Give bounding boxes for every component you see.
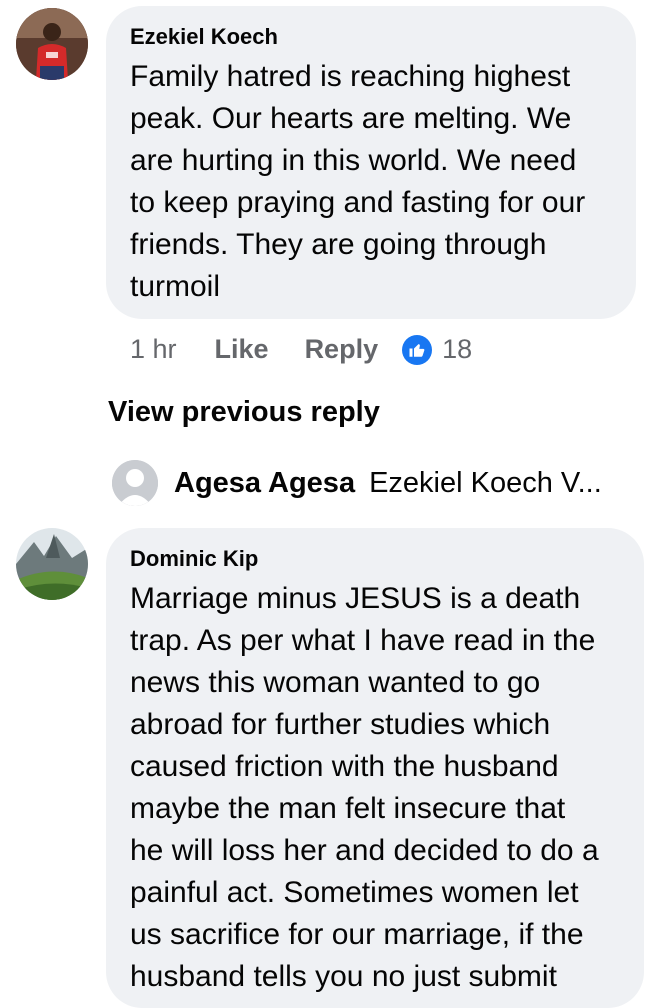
comment-line: caused friction with the husband <box>130 750 559 783</box>
comment-line: peak. Our hearts are melting. We <box>130 102 572 135</box>
comment-line: he will loss her and decided to do a <box>130 834 599 867</box>
view-previous-reply-link[interactable]: View previous reply <box>108 396 380 429</box>
comment-line: friends. They are going through <box>130 228 547 261</box>
comment-line: are hurting in this world. We need <box>130 144 577 177</box>
comment-author[interactable]: Ezekiel Koech <box>130 24 612 50</box>
comment-line: news this woman wanted to go <box>130 666 541 699</box>
comment-text: Marriage minus JESUS is a death trap. As… <box>130 578 620 998</box>
comment-time[interactable]: 1 hr <box>130 334 177 365</box>
profile-photo <box>16 8 88 80</box>
comment-line: us sacrifice for our marriage, if the <box>130 918 584 951</box>
comment-text: Family hatred is reaching highest peak. … <box>130 56 612 308</box>
comment-bubble: Dominic Kip Marriage minus JESUS is a de… <box>106 528 644 1008</box>
profile-photo <box>16 528 88 600</box>
comment-author[interactable]: Dominic Kip <box>130 546 620 572</box>
comment-line: maybe the man felt insecure that <box>130 792 566 825</box>
comment-line: painful act. Sometimes women let <box>130 876 579 909</box>
comment-bubble: Ezekiel Koech Family hatred is reaching … <box>106 6 636 319</box>
reaction-count[interactable]: 18 <box>442 334 472 365</box>
comment-line: husband tells you no just submit <box>130 960 557 993</box>
comment-line: turmoil <box>130 270 221 303</box>
avatar-dominic-kip[interactable] <box>16 528 88 600</box>
like-button[interactable]: Like <box>215 334 269 365</box>
avatar-agesa-agesa[interactable] <box>112 460 158 506</box>
comment-line: trap. As per what I have read in the <box>130 624 596 657</box>
reply-snippet: Ezekiel Koech V... <box>369 466 602 499</box>
like-icon[interactable] <box>402 334 433 365</box>
comment-meta: 1 hr Like Reply 18 <box>130 334 472 365</box>
reply-button[interactable]: Reply <box>305 334 379 365</box>
reply-preview[interactable]: Agesa Agesa Ezekiel Koech V... <box>112 460 652 506</box>
reply-author[interactable]: Agesa Agesa <box>174 467 355 500</box>
comment-line: abroad for further studies which <box>130 708 551 741</box>
avatar-ezekiel-koech[interactable] <box>16 8 88 80</box>
default-avatar-icon <box>112 460 158 506</box>
comment-line: Marriage minus JESUS is a death <box>130 582 581 615</box>
comment-line: to keep praying and fasting for our <box>130 186 586 219</box>
comment-line: Family hatred is reaching highest <box>130 60 571 93</box>
